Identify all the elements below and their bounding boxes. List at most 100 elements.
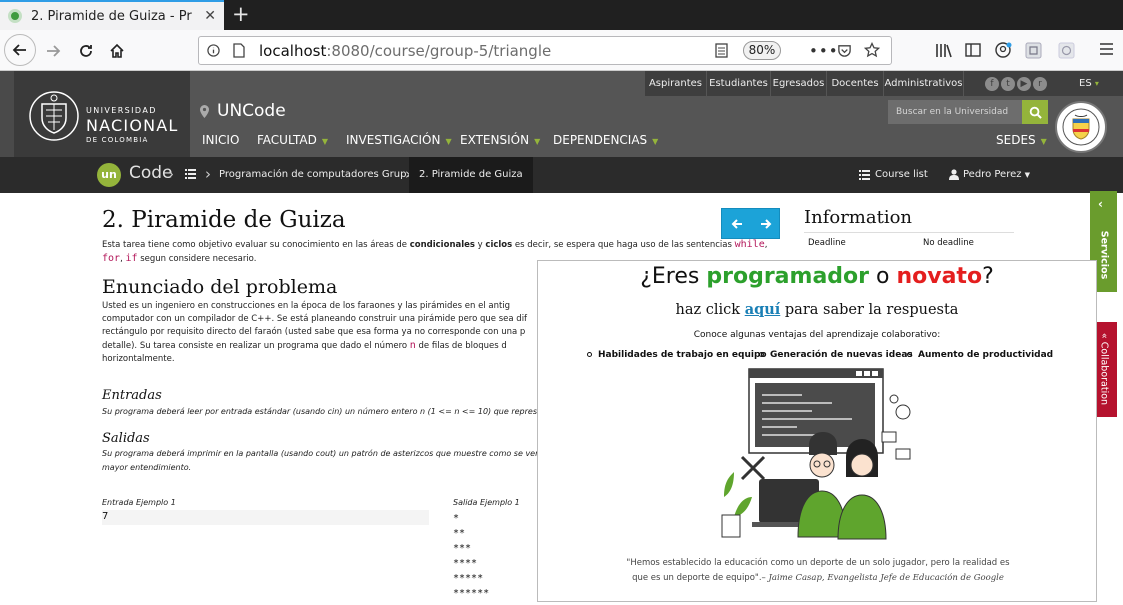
pocket-icon[interactable]	[837, 43, 852, 58]
menu-investigacion[interactable]: INVESTIGACIÓN ▼	[346, 133, 452, 147]
statement-title: Enunciado del problema	[102, 276, 338, 298]
language-label: ES	[1079, 78, 1092, 89]
menu-investigacion-label: INVESTIGACIÓN	[346, 133, 441, 147]
inputs-text: Su programa deberá leer por entrada está…	[102, 407, 538, 416]
example-input-value: 7	[102, 511, 109, 522]
course-list-link[interactable]: Course list	[875, 157, 928, 193]
previous-task-icon[interactable]	[731, 218, 743, 230]
close-tab-icon[interactable]: ✕	[204, 8, 216, 24]
chevron-right-icon: ›	[205, 165, 211, 183]
logo-line3: DE COLOMBIA	[86, 136, 149, 144]
uncode-logo-text[interactable]: Code	[129, 163, 173, 183]
menu-extension[interactable]: EXTENSIÓN ▼	[460, 133, 540, 147]
user-icon	[949, 169, 959, 180]
popup-text: Conoce algunas ventajas del aprendizaje …	[693, 330, 941, 340]
browser-tab-bar: 2. Piramide de Guiza - Pr ✕ +	[0, 0, 1123, 30]
zoom-level[interactable]: 80%	[743, 41, 781, 60]
logo-line1: UNIVERSIDAD	[86, 106, 157, 115]
extension-icon[interactable]	[1025, 42, 1042, 59]
course-list-icon[interactable]	[185, 169, 196, 179]
rss-icon[interactable]: r	[1033, 77, 1047, 91]
new-tab-icon[interactable]: +	[232, 2, 250, 26]
youtube-icon[interactable]: ▶	[1017, 77, 1031, 91]
menu-inicio[interactable]: INICIO	[202, 133, 239, 147]
link-estudiantes[interactable]: Estudiantes	[706, 71, 770, 96]
popup-title: ¿Eres programador o novato?	[640, 264, 994, 289]
outputs-text: Su programa deberá imprimir en la pantal…	[102, 449, 538, 458]
reader-view-icon[interactable]	[715, 43, 728, 58]
aqui-link[interactable]: aquí	[745, 301, 781, 318]
bookmark-star-icon[interactable]	[864, 42, 880, 58]
library-icon[interactable]	[935, 42, 953, 58]
menu-sedes[interactable]: SEDES ▼	[996, 133, 1047, 147]
menu-dependencias-label: DEPENDENCIAS	[553, 133, 648, 147]
search-button[interactable]	[1022, 100, 1048, 124]
benefit-item: Habilidades de trabajo en equipo	[587, 350, 767, 360]
menu-extension-label: EXTENSIÓN	[460, 133, 530, 147]
example-output-line: *	[453, 513, 460, 524]
extension-2-icon[interactable]	[1058, 42, 1075, 59]
link-administrativos[interactable]: Administrativos	[883, 71, 964, 96]
chevron-right-icon: ›	[168, 165, 174, 183]
information-title: Information	[804, 207, 913, 228]
statement-text: Usted es un ingeniero en construcciones …	[102, 301, 528, 364]
deadline-value: No deadline	[923, 238, 974, 248]
info-icon[interactable]	[207, 44, 220, 57]
menu-dependencias[interactable]: DEPENDENCIAS ▼	[553, 133, 658, 147]
page-icon	[233, 43, 245, 58]
outputs-title: Salidas	[102, 431, 150, 446]
example-output-line: ***	[453, 543, 472, 554]
sidebar-icon[interactable]	[965, 42, 981, 58]
example-output-line: ****	[453, 558, 478, 569]
next-task-icon[interactable]	[760, 218, 772, 230]
twitter-icon[interactable]: t	[1001, 77, 1015, 91]
chevron-down-icon: ▼	[321, 137, 328, 146]
link-egresados[interactable]: Egresados	[770, 71, 826, 96]
unal-logo[interactable]: UNIVERSIDAD NACIONAL DE COLOMBIA	[14, 71, 190, 157]
example-output-line: ******	[453, 588, 490, 599]
example-output-label: Salida Ejemplo 1	[453, 498, 520, 507]
facebook-icon[interactable]: f	[985, 77, 999, 91]
list-icon	[859, 170, 870, 180]
popup-title-novato: novato	[896, 264, 983, 289]
task-title: 2. Piramide de Guiza	[102, 207, 346, 233]
address-bar[interactable]: localhost:8080/course/group-5/triangle 8…	[198, 36, 892, 65]
deadline-label: Deadline	[808, 238, 846, 248]
popup-subtitle: haz click aquí para saber la respuesta	[675, 301, 959, 318]
menu-facultad[interactable]: FACULTAD ▼	[257, 133, 328, 147]
colombia-coat-of-arms-icon[interactable]	[1055, 101, 1107, 153]
benefit-item: Aumento de productividad	[907, 350, 1053, 360]
url-text[interactable]: localhost:8080/course/group-5/triangle	[259, 42, 551, 60]
example-output-line: *****	[453, 573, 484, 584]
browser-tab[interactable]: 2. Piramide de Guiza - Pr ✕	[0, 0, 224, 30]
site-favicon-icon	[8, 9, 22, 23]
uncode-logo-badge[interactable]: un	[97, 163, 121, 187]
collaboration-illustration	[721, 368, 911, 540]
breadcrumb-course[interactable]: Programación de computadores Grup...	[219, 157, 416, 193]
account-icon[interactable]	[995, 42, 1012, 59]
user-name: Pedro Perez	[963, 169, 1022, 180]
forward-icon[interactable]	[38, 36, 68, 66]
back-icon[interactable]	[4, 34, 36, 66]
site-brand[interactable]: UNCode	[217, 101, 286, 121]
hamburger-menu-icon[interactable]	[1099, 42, 1114, 56]
servicios-label: Servicios	[1098, 230, 1110, 280]
user-menu[interactable]: Pedro Perez ▼	[963, 157, 1030, 193]
collaboration-label: « Collaboration	[1098, 332, 1110, 406]
benefit-item: Generación de nuevas ideas	[759, 350, 913, 360]
task-navigation	[721, 208, 780, 239]
chevron-down-icon: ▼	[534, 137, 541, 146]
home-icon[interactable]	[102, 36, 132, 66]
link-aspirantes[interactable]: Aspirantes	[644, 71, 706, 96]
university-search-input[interactable]: Buscar en la Universidad	[888, 100, 1022, 124]
link-docentes[interactable]: Docentes	[826, 71, 883, 96]
popup-title-programador: programador	[706, 264, 870, 289]
info-divider	[804, 232, 1014, 233]
unal-top-links: Aspirantes Estudiantes Egresados Docente…	[644, 71, 1123, 96]
chevron-left-icon: ‹	[1098, 197, 1103, 211]
language-select[interactable]: ES ▾	[1079, 71, 1099, 96]
breadcrumb: un Code › › Programación de computadores…	[0, 157, 1123, 193]
outputs-text-2: mayor entendimiento.	[102, 463, 192, 472]
page-actions-icon[interactable]: •••	[809, 42, 839, 60]
reload-icon[interactable]	[71, 36, 101, 66]
